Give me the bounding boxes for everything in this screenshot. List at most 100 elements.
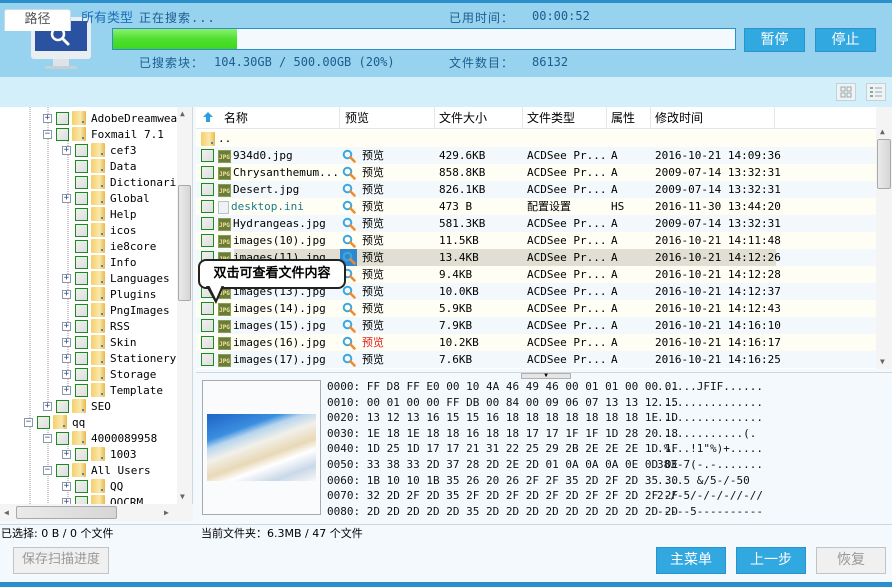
tree-checkbox[interactable] bbox=[75, 287, 88, 301]
tree-node[interactable]: Dictionari bbox=[62, 174, 176, 190]
tree-node[interactable]: − All Users bbox=[43, 462, 151, 478]
expand-icon[interactable]: + bbox=[62, 289, 71, 299]
tree-checkbox[interactable] bbox=[37, 415, 50, 429]
expand-icon[interactable]: + bbox=[43, 113, 52, 123]
tree-checkbox[interactable] bbox=[75, 191, 88, 205]
tree-checkbox[interactable] bbox=[75, 303, 88, 317]
file-row[interactable]: JPG 934d0.jpg 预览 429.6KB ACDSee Pr... A 2016-1… bbox=[196, 147, 876, 164]
collapse-icon[interactable]: − bbox=[24, 417, 33, 427]
tree-node[interactable]: icos bbox=[62, 222, 137, 238]
grid-view-icon[interactable] bbox=[836, 83, 856, 101]
tree-node[interactable]: Info bbox=[62, 254, 137, 270]
previous-step-button[interactable]: 上一步 bbox=[736, 547, 806, 574]
preview-magnifier-icon[interactable] bbox=[342, 149, 356, 163]
preview-magnifier-icon[interactable] bbox=[342, 353, 356, 367]
preview-link[interactable]: 预览 bbox=[362, 249, 384, 266]
file-row[interactable]: JPG Desert.jpg 预览 826.1KB ACDSee Pr... A 2009-… bbox=[196, 181, 876, 198]
tree-node[interactable]: + Stationery bbox=[62, 350, 176, 366]
expand-icon[interactable]: + bbox=[62, 353, 71, 363]
column-header-attr[interactable]: 属性 bbox=[607, 107, 651, 129]
tree-node[interactable]: Data bbox=[62, 158, 137, 174]
file-checkbox[interactable] bbox=[201, 336, 214, 349]
expand-icon[interactable]: + bbox=[62, 193, 71, 203]
expand-icon[interactable]: + bbox=[62, 337, 71, 347]
file-row[interactable]: JPG Chrysanthemum... 预览 858.8KB ACDSee Pr...… bbox=[196, 164, 876, 181]
tree-checkbox[interactable] bbox=[56, 463, 69, 477]
expand-icon[interactable]: + bbox=[62, 385, 71, 395]
tree-node[interactable]: PngImages bbox=[62, 302, 170, 318]
column-header-name[interactable]: 名称 bbox=[196, 107, 340, 129]
preview-link[interactable]: 预览 bbox=[362, 181, 384, 198]
tree-vertical-scrollbar[interactable]: ▲ ▼ bbox=[177, 107, 192, 504]
preview-magnifier-icon[interactable] bbox=[342, 336, 356, 350]
expand-icon[interactable]: + bbox=[62, 369, 71, 379]
file-row[interactable]: JPG images(16).jpg 预览 10.2KB ACDSee Pr... A 20… bbox=[196, 334, 876, 351]
preview-link[interactable]: 预览 bbox=[362, 300, 384, 317]
tree-checkbox[interactable] bbox=[75, 335, 88, 349]
file-row[interactable]: JPG images(10).jpg 预览 11.5KB ACDSee Pr... A 20… bbox=[196, 232, 876, 249]
save-scan-progress-button[interactable]: 保存扫描进度 bbox=[13, 547, 109, 574]
file-row[interactable]: desktop.ini 预览 473 B 配置设置 HS 2016-11-30 13:44… bbox=[196, 198, 876, 215]
file-row[interactable]: JPG images(14).jpg 预览 5.9KB ACDSee Pr... A 201… bbox=[196, 300, 876, 317]
tree-checkbox[interactable] bbox=[75, 479, 88, 493]
collapse-icon[interactable]: − bbox=[43, 129, 52, 139]
tree-checkbox[interactable] bbox=[75, 239, 88, 253]
column-header-type[interactable]: 文件类型 bbox=[523, 107, 607, 129]
pause-button[interactable]: 暂停 bbox=[744, 28, 805, 52]
preview-link[interactable]: 预览 bbox=[362, 266, 384, 283]
file-checkbox[interactable] bbox=[201, 319, 214, 332]
file-list-scroll-thumb[interactable] bbox=[877, 139, 891, 189]
expand-icon[interactable]: + bbox=[62, 449, 71, 459]
preview-link[interactable]: 预览 bbox=[362, 317, 384, 334]
tree-scroll-thumb[interactable] bbox=[178, 185, 191, 301]
tree-checkbox[interactable] bbox=[75, 223, 88, 237]
file-checkbox[interactable] bbox=[201, 200, 214, 213]
file-list-scrollbar[interactable]: ▲ ▼ bbox=[876, 107, 892, 369]
tree-checkbox[interactable] bbox=[56, 111, 69, 125]
tree-node[interactable]: + Plugins bbox=[62, 286, 156, 302]
tree-node[interactable]: + AdobeDreamwea bbox=[43, 110, 177, 126]
tree-checkbox[interactable] bbox=[75, 159, 88, 173]
stop-button[interactable]: 停止 bbox=[815, 28, 876, 52]
tree-node[interactable]: − qq bbox=[24, 414, 85, 430]
tree-node[interactable]: + Languages bbox=[62, 270, 170, 286]
preview-link[interactable]: 预览 bbox=[362, 198, 384, 215]
list-view-icon[interactable] bbox=[866, 83, 886, 101]
tree-node[interactable]: Help bbox=[62, 206, 137, 222]
tree-checkbox[interactable] bbox=[75, 207, 88, 221]
tree-checkbox[interactable] bbox=[56, 399, 69, 413]
preview-link[interactable]: 预览 bbox=[362, 147, 384, 164]
file-checkbox[interactable] bbox=[201, 234, 214, 247]
tree-node[interactable]: + SEO bbox=[43, 398, 111, 414]
tree-node[interactable]: ie8core bbox=[62, 238, 156, 254]
preview-link[interactable]: 预览 bbox=[362, 351, 384, 368]
tree-node[interactable]: + Global bbox=[62, 190, 150, 206]
tree-checkbox[interactable] bbox=[75, 383, 88, 397]
tree-node[interactable]: + Skin bbox=[62, 334, 137, 350]
preview-link[interactable]: 预览 bbox=[362, 334, 384, 351]
file-checkbox[interactable] bbox=[201, 217, 214, 230]
expand-icon[interactable]: + bbox=[43, 401, 52, 411]
collapse-icon[interactable]: − bbox=[43, 465, 52, 475]
tree-checkbox[interactable] bbox=[75, 319, 88, 333]
tree-horizontal-scrollbar[interactable]: ◀ ▶ bbox=[0, 504, 193, 521]
tree-node[interactable]: + Storage bbox=[62, 366, 156, 382]
file-checkbox[interactable] bbox=[201, 183, 214, 196]
tree-node[interactable]: + RSS bbox=[62, 318, 130, 334]
tree-checkbox[interactable] bbox=[75, 255, 88, 269]
preview-magnifier-icon[interactable] bbox=[342, 183, 356, 197]
file-checkbox[interactable] bbox=[201, 166, 214, 179]
file-row[interactable]: JPG images(17).jpg 预览 7.6KB ACDSee Pr... A 201… bbox=[196, 351, 876, 368]
column-header-mtime[interactable]: 修改时间 bbox=[651, 107, 775, 129]
preview-magnifier-icon[interactable] bbox=[342, 234, 356, 248]
preview-link[interactable]: 预览 bbox=[362, 215, 384, 232]
expand-icon[interactable]: + bbox=[62, 273, 71, 283]
tree-node[interactable]: +1003 bbox=[62, 446, 137, 462]
preview-link[interactable]: 预览 bbox=[362, 232, 384, 249]
tree-checkbox[interactable] bbox=[75, 143, 88, 157]
folder-tree[interactable]: + AdobeDreamwea − Foxmail 7.1 + cef3 Data Dicti… bbox=[0, 107, 193, 521]
preview-magnifier-icon[interactable] bbox=[342, 302, 356, 316]
expand-icon[interactable]: + bbox=[62, 321, 71, 331]
column-header-preview[interactable]: 预览 bbox=[341, 107, 435, 129]
expand-icon[interactable]: + bbox=[62, 145, 71, 155]
